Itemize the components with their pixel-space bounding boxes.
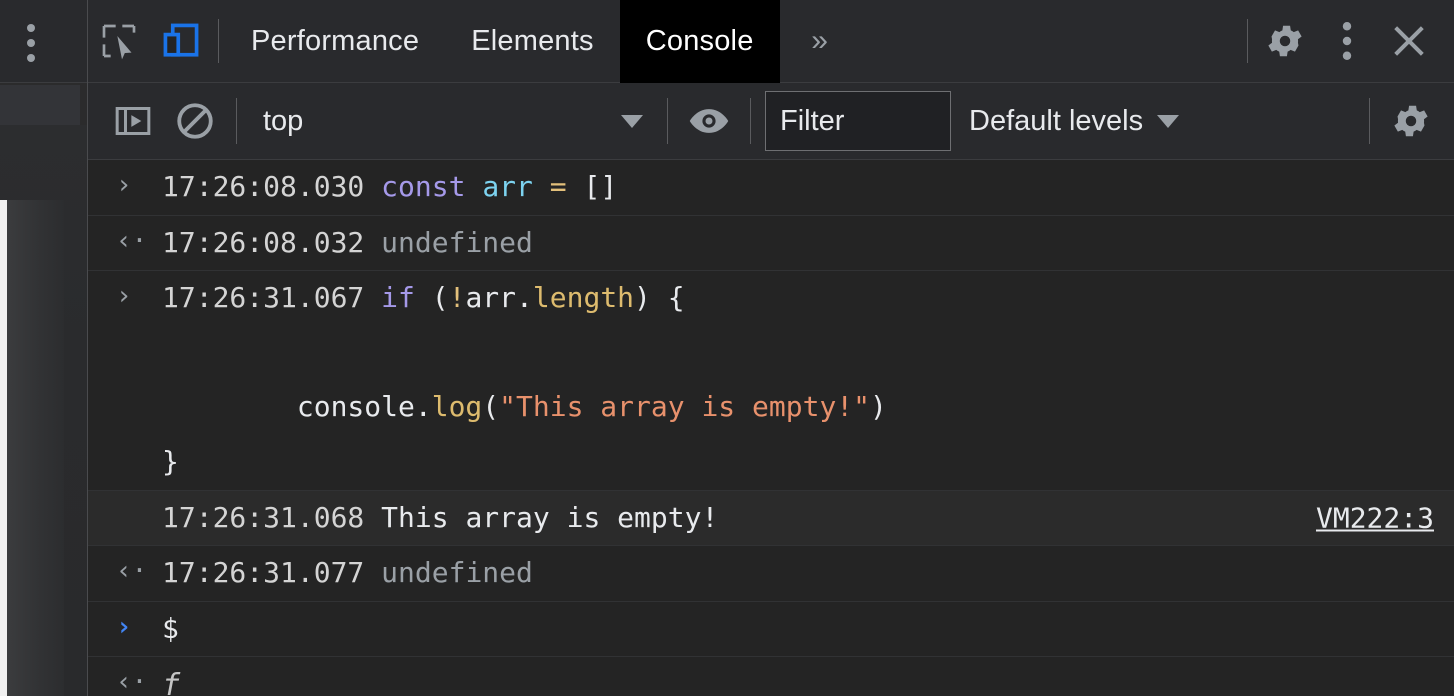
page-left-edge: [0, 200, 7, 696]
log-levels-selector[interactable]: Default levels: [951, 91, 1203, 151]
console-toolbar: top Default levels: [88, 83, 1454, 160]
tab-performance[interactable]: Performance: [225, 0, 445, 83]
kebab-menu-icon: [1342, 22, 1352, 60]
code-token: undefined: [381, 556, 533, 590]
console-entry-gutter-icon: ‹·: [116, 556, 148, 587]
tabbar-right-controls: [1241, 0, 1454, 83]
console-function-value: ƒ: [162, 668, 181, 695]
inspect-element-button[interactable]: [88, 0, 150, 83]
code-token: !: [448, 281, 466, 315]
console-settings-button[interactable]: [1380, 91, 1442, 151]
code-token: if: [381, 281, 415, 315]
inspect-element-icon: [102, 24, 136, 60]
console-sidebar-toggle-button[interactable]: [102, 91, 164, 151]
page-left-body: [7, 200, 64, 696]
console-entry-gutter-icon: ›: [116, 611, 132, 642]
console-entry-content: 17:26:31.068 This array is empty!: [162, 491, 1454, 546]
console-filter-box[interactable]: [765, 91, 951, 151]
console-entry-prompt[interactable]: › $: [88, 602, 1454, 658]
code-token: arr: [482, 170, 533, 203]
devtools-tabbar: Performance Elements Console »: [88, 0, 1454, 83]
tab-elements[interactable]: Elements: [445, 0, 620, 83]
console-entry-content: $: [162, 602, 1454, 657]
console-entry-input-multiline[interactable]: › 17:26:31.067 if (!arr.length) { console…: [88, 271, 1454, 491]
chevron-down-icon: [621, 114, 643, 128]
code-token: =: [549, 170, 567, 203]
console-sidebar-icon: [115, 107, 151, 135]
console-timestamp: 17:26:31.077: [162, 556, 382, 590]
execution-context-value: top: [263, 104, 304, 137]
console-entry-result[interactable]: ‹· 17:26:08.032 undefined: [88, 216, 1454, 272]
code-token: log: [431, 390, 483, 424]
console-entry-content: 17:26:31.077 undefined: [162, 546, 1454, 601]
console-entry-gutter-icon: ‹·: [116, 225, 148, 256]
devtools-window: Performance Elements Console » top Filte…: [0, 0, 1454, 696]
console-entry-gutter-icon: ›: [116, 170, 132, 200]
code-token: length: [532, 281, 635, 315]
devtools-close-button[interactable]: [1378, 0, 1440, 83]
code-token: undefined: [381, 225, 533, 259]
code-token: "This array is empty!": [499, 390, 871, 424]
console-log-message: This array is empty!: [381, 500, 719, 534]
browser-toolbar-remnant: [0, 85, 80, 125]
console-entry-content: 17:26:08.032 undefined: [162, 216, 1454, 271]
console-entry-result-fn[interactable]: ‹· ƒ: [88, 657, 1454, 695]
devtools-panel: Performance Elements Console » top Filte…: [88, 0, 1454, 696]
execution-context-selector[interactable]: top: [247, 91, 657, 151]
console-timestamp: 17:26:31.067: [162, 281, 382, 315]
tabbar-separator-2: [1247, 19, 1248, 63]
live-expressions-button[interactable]: [678, 91, 740, 151]
console-entry-content: 17:26:08.030 const arr = []: [162, 160, 1454, 215]
tabbar-separator-1: [218, 19, 219, 63]
code-token: ) {: [634, 281, 685, 315]
console-entry-gutter-icon: ›: [116, 281, 132, 312]
eye-icon: [689, 109, 729, 133]
toolbar-separator-4: [1369, 98, 1370, 144]
device-toolbar-icon: [163, 23, 199, 57]
console-entry-content: ƒ: [162, 657, 1454, 695]
console-filter-input[interactable]: [778, 103, 938, 139]
code-token: console.: [162, 390, 432, 424]
console-entry-gutter-icon: ‹·: [116, 667, 148, 695]
toolbar-separator-1: [236, 98, 237, 144]
log-levels-value: Default levels: [969, 104, 1144, 137]
code-token: const: [381, 170, 466, 203]
clear-console-icon: [177, 103, 213, 139]
browser-left-strip: [0, 0, 88, 696]
console-timestamp: 17:26:08.030: [162, 170, 382, 203]
code-token: $: [162, 611, 179, 645]
console-source-link[interactable]: VM222:3: [1316, 501, 1434, 534]
gear-icon: [1268, 25, 1302, 57]
console-entry-result[interactable]: ‹· 17:26:31.077 undefined: [88, 546, 1454, 602]
console-timestamp: 17:26:31.068: [162, 500, 382, 534]
code-token: (: [414, 281, 449, 315]
gear-icon: [1394, 105, 1428, 137]
close-icon: [1394, 26, 1424, 56]
more-tabs-button[interactable]: »: [780, 0, 860, 83]
devtools-settings-button[interactable]: [1254, 0, 1316, 83]
code-token: []: [583, 170, 618, 203]
console-message-list[interactable]: › 17:26:08.030 const arr = [] ‹· 17:26:08.0…: [88, 160, 1454, 695]
toolbar-separator-3: [750, 98, 751, 144]
devtools-more-options-button[interactable]: [1316, 0, 1378, 83]
code-token: }: [162, 444, 179, 478]
console-entry-content: 17:26:31.067 if (!arr.length) { console.…: [162, 271, 1454, 489]
console-entry-input[interactable]: › 17:26:08.030 const arr = []: [88, 160, 1454, 216]
code-token: (: [482, 390, 500, 424]
console-toolbar-right: [1359, 91, 1454, 151]
console-timestamp: 17:26:08.032: [162, 225, 382, 259]
browser-top-bar: [0, 0, 88, 83]
clear-console-button[interactable]: [164, 91, 226, 151]
device-toolbar-button[interactable]: [150, 0, 212, 83]
toolbar-separator-2: [667, 98, 668, 144]
console-entry-log[interactable]: 17:26:31.068 This array is empty! VM222:3: [88, 490, 1454, 547]
chevron-down-icon: [1157, 114, 1180, 128]
tab-console[interactable]: Console: [619, 0, 780, 83]
browser-menu-kebab-icon[interactable]: [25, 24, 37, 62]
code-token: arr.: [465, 281, 533, 315]
code-token: ): [870, 390, 887, 424]
